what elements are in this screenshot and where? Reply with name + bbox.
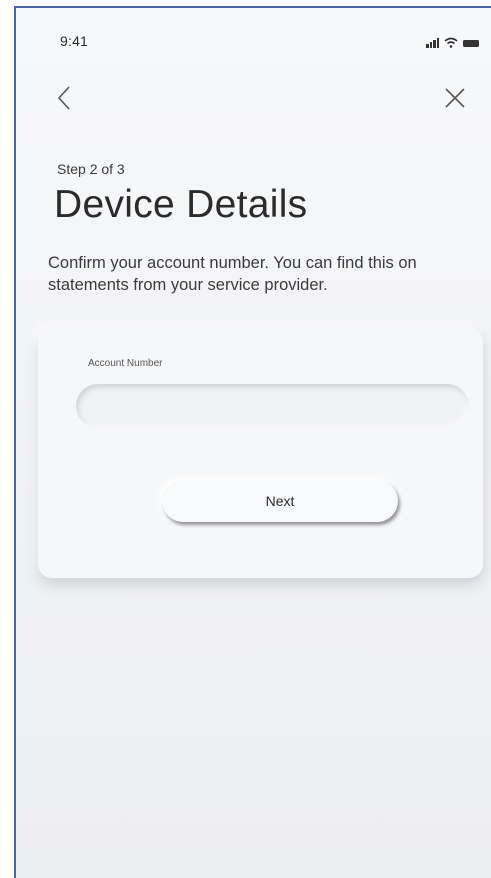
account-number-input[interactable] bbox=[76, 384, 469, 428]
page-title: Device Details bbox=[54, 183, 308, 226]
step-indicator: Step 2 of 3 bbox=[57, 161, 125, 177]
account-form-card: Account Number Next bbox=[38, 328, 483, 578]
battery-icon bbox=[463, 40, 479, 47]
close-icon bbox=[445, 88, 465, 108]
status-bar: 9:41 bbox=[16, 8, 491, 68]
back-button[interactable] bbox=[54, 84, 78, 112]
account-number-label: Account Number bbox=[88, 358, 163, 369]
signal-icon bbox=[426, 38, 439, 48]
instructions-text: Confirm your account number. You can fin… bbox=[48, 254, 417, 294]
wifi-icon bbox=[444, 37, 458, 48]
chevron-left-icon bbox=[57, 86, 70, 110]
close-button[interactable] bbox=[443, 86, 467, 110]
app-screen: 9:41 Step 2 of 3 Device Details Confirm … bbox=[14, 6, 491, 878]
status-time: 9:41 bbox=[60, 33, 89, 49]
next-button[interactable]: Next bbox=[162, 480, 398, 522]
status-icons bbox=[426, 34, 479, 48]
